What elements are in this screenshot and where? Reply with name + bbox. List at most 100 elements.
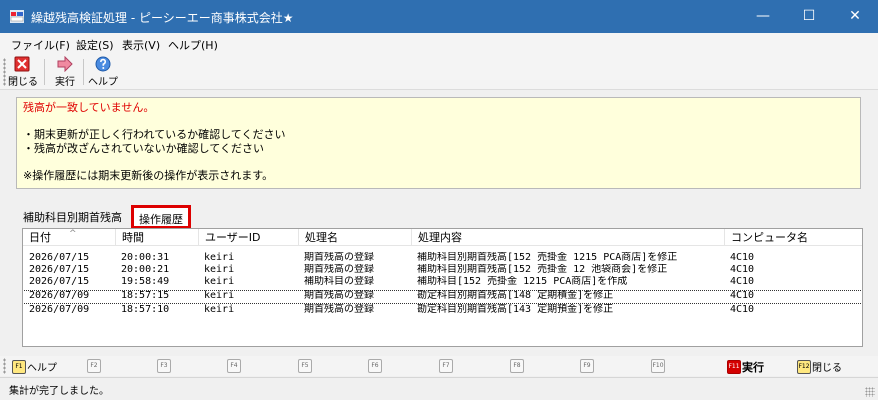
column-user-id[interactable]: ユーザーID bbox=[198, 229, 298, 246]
menu-settings[interactable]: 設定(S) bbox=[76, 37, 114, 53]
f3-key-icon: F3 bbox=[157, 359, 171, 373]
toolbar-run-label: 実行 bbox=[55, 77, 75, 88]
function-key-bar: F1 ヘルプ F2 F3 F4 F5 F6 F7 F8 F9 F10 F11 実行 … bbox=[0, 356, 878, 376]
f11-run-button[interactable]: F11 実行 bbox=[727, 359, 764, 374]
table-row-focused[interactable]: 2026/07/09 18:57:15 keiri 期首残高の登録 勘定科目別期… bbox=[23, 290, 862, 304]
f8-key-icon: F8 bbox=[510, 359, 524, 373]
cell-time: 18:57:10 bbox=[121, 304, 170, 315]
resize-grip-icon[interactable] bbox=[865, 387, 875, 397]
window-title: 繰越残高検証処理 - ピーシーエー商事株式会社★ bbox=[31, 11, 294, 25]
cell-computer-name: 4C10 bbox=[730, 252, 755, 263]
column-computer-name[interactable]: コンピュータ名 bbox=[724, 229, 862, 246]
f10-key-icon: F10 bbox=[651, 359, 665, 373]
message-line-2: ・残高が改ざんされていないか確認してください bbox=[23, 142, 265, 155]
toolbar-separator bbox=[83, 59, 84, 85]
f1-help-button[interactable]: F1 ヘルプ bbox=[12, 359, 57, 374]
cell-date: 2026/07/15 bbox=[29, 252, 90, 263]
column-process-name[interactable]: 処理名 bbox=[298, 229, 411, 246]
cell-computer-name: 4C10 bbox=[730, 290, 755, 301]
cell-computer-name: 4C10 bbox=[730, 264, 755, 275]
f6-button[interactable]: F6 bbox=[368, 359, 382, 373]
toolbar-separator bbox=[44, 59, 45, 85]
menu-view[interactable]: 表示(V) bbox=[122, 37, 160, 53]
tab-operation-history[interactable]: 操作履歴 bbox=[131, 205, 191, 229]
f12-label: 閉じる bbox=[812, 363, 842, 374]
maximize-button[interactable]: ☐ bbox=[786, 0, 832, 33]
cell-date: 2026/07/15 bbox=[29, 264, 90, 275]
close-window-button[interactable]: ✕ bbox=[832, 0, 878, 33]
table-row[interactable]: 2026/07/09 18:57:10 keiri 期首残高の登録 勘定科目別期… bbox=[23, 304, 862, 316]
cell-process-detail: 補助科目別期首残高[152 売掛金 1215 PCA商店]を修正 bbox=[417, 252, 678, 263]
message-headline: 残高が一致していません。 bbox=[23, 101, 155, 114]
f9-key-icon: F9 bbox=[580, 359, 594, 373]
list-header: 日付 ^ 時間 ユーザーID 処理名 処理内容 コンピュータ名 bbox=[23, 229, 862, 246]
cell-user-id: keiri bbox=[204, 264, 235, 275]
cell-process-detail: 補助科目[152 売掛金 1215 PCA商店]を作成 bbox=[417, 276, 628, 287]
f4-key-icon: F4 bbox=[227, 359, 241, 373]
cell-user-id: keiri bbox=[204, 276, 235, 287]
tab-subaccount-opening-balance[interactable]: 補助科目別期首残高 bbox=[23, 209, 122, 225]
menu-help[interactable]: ヘルプ(H) bbox=[168, 37, 218, 53]
menu-bar: ファイル(F) 設定(S) 表示(V) ヘルプ(H) bbox=[0, 33, 878, 54]
cell-date: 2026/07/09 bbox=[29, 290, 90, 301]
cell-process-name: 期首残高の登録 bbox=[304, 252, 374, 263]
cell-process-detail: 勘定科目別期首残高[143 定期預金]を修正 bbox=[417, 304, 614, 315]
f6-key-icon: F6 bbox=[368, 359, 382, 373]
help-icon bbox=[95, 56, 111, 72]
cell-computer-name: 4C10 bbox=[730, 304, 755, 315]
f1-key-icon: F1 bbox=[12, 359, 26, 374]
toolbar-help-label: ヘルプ bbox=[88, 77, 118, 88]
f8-button[interactable]: F8 bbox=[510, 359, 524, 373]
column-process-detail[interactable]: 処理内容 bbox=[411, 229, 724, 246]
f9-button[interactable]: F9 bbox=[580, 359, 594, 373]
cell-process-name: 補助科目の登録 bbox=[304, 276, 374, 287]
f7-button[interactable]: F7 bbox=[439, 359, 453, 373]
message-box: 残高が一致していません。 ・期末更新が正しく行われているか確認してください ・残… bbox=[16, 97, 861, 189]
cell-user-id: keiri bbox=[204, 290, 235, 301]
app-icon bbox=[10, 10, 24, 23]
message-note: ※操作履歴には期末更新後の操作が表示されます。 bbox=[23, 169, 274, 182]
cell-process-name: 期首残高の登録 bbox=[304, 290, 374, 301]
column-time[interactable]: 時間 bbox=[115, 229, 198, 246]
cell-process-detail: 補助科目別期首残高[152 売掛金 12 池袋商会]を修正 bbox=[417, 264, 668, 275]
status-text: 集計が完了しました。 bbox=[9, 386, 109, 397]
f4-button[interactable]: F4 bbox=[227, 359, 241, 373]
toolbar-run-button[interactable]: 実行 bbox=[52, 56, 78, 88]
toolbar-help-button[interactable]: ヘルプ bbox=[88, 56, 118, 88]
cell-process-name: 期首残高の登録 bbox=[304, 264, 374, 275]
cell-user-id: keiri bbox=[204, 304, 235, 315]
column-date[interactable]: 日付 ^ bbox=[23, 229, 115, 246]
cell-date: 2026/07/15 bbox=[29, 276, 90, 287]
f2-button[interactable]: F2 bbox=[87, 359, 101, 373]
cell-computer-name: 4C10 bbox=[730, 276, 755, 287]
title-bar: 繰越残高検証処理 - ピーシーエー商事株式会社★ — ☐ ✕ bbox=[0, 0, 878, 33]
cell-time: 20:00:31 bbox=[121, 252, 170, 263]
f1-label: ヘルプ bbox=[27, 363, 57, 374]
table-row[interactable]: 2026/07/15 20:00:31 keiri 期首残高の登録 補助科目別期… bbox=[23, 252, 862, 264]
toolbar-close-button[interactable]: 閉じる bbox=[8, 56, 38, 88]
f3-button[interactable]: F3 bbox=[157, 359, 171, 373]
f5-key-icon: F5 bbox=[298, 359, 312, 373]
fkey-grip[interactable] bbox=[3, 358, 6, 374]
cell-time: 19:58:49 bbox=[121, 276, 170, 287]
f12-close-button[interactable]: F12 閉じる bbox=[797, 359, 842, 374]
status-bar: 集計が完了しました。 bbox=[0, 377, 878, 400]
sort-ascending-icon: ^ bbox=[69, 229, 77, 239]
f11-key-icon: F11 bbox=[727, 360, 741, 374]
cell-process-detail: 勘定科目別期首残高[148 定期積金]を修正 bbox=[417, 290, 614, 301]
f7-key-icon: F7 bbox=[439, 359, 453, 373]
table-row[interactable]: 2026/07/15 19:58:49 keiri 補助科目の登録 補助科目[1… bbox=[23, 276, 862, 288]
cell-time: 20:00:21 bbox=[121, 264, 170, 275]
menu-file[interactable]: ファイル(F) bbox=[11, 37, 70, 53]
f5-button[interactable]: F5 bbox=[298, 359, 312, 373]
arrow-right-icon bbox=[57, 56, 73, 72]
message-line-1: ・期末更新が正しく行われているか確認してください bbox=[23, 128, 286, 141]
cell-date: 2026/07/09 bbox=[29, 304, 90, 315]
cell-process-name: 期首残高の登録 bbox=[304, 304, 374, 315]
toolbar-grip[interactable] bbox=[3, 58, 6, 86]
table-row[interactable]: 2026/07/15 20:00:21 keiri 期首残高の登録 補助科目別期… bbox=[23, 264, 862, 276]
f2-key-icon: F2 bbox=[87, 359, 101, 373]
history-list[interactable]: 日付 ^ 時間 ユーザーID 処理名 処理内容 コンピュータ名 2026/07/1… bbox=[22, 228, 863, 347]
f10-button[interactable]: F10 bbox=[651, 359, 665, 373]
minimize-button[interactable]: — bbox=[740, 0, 786, 33]
